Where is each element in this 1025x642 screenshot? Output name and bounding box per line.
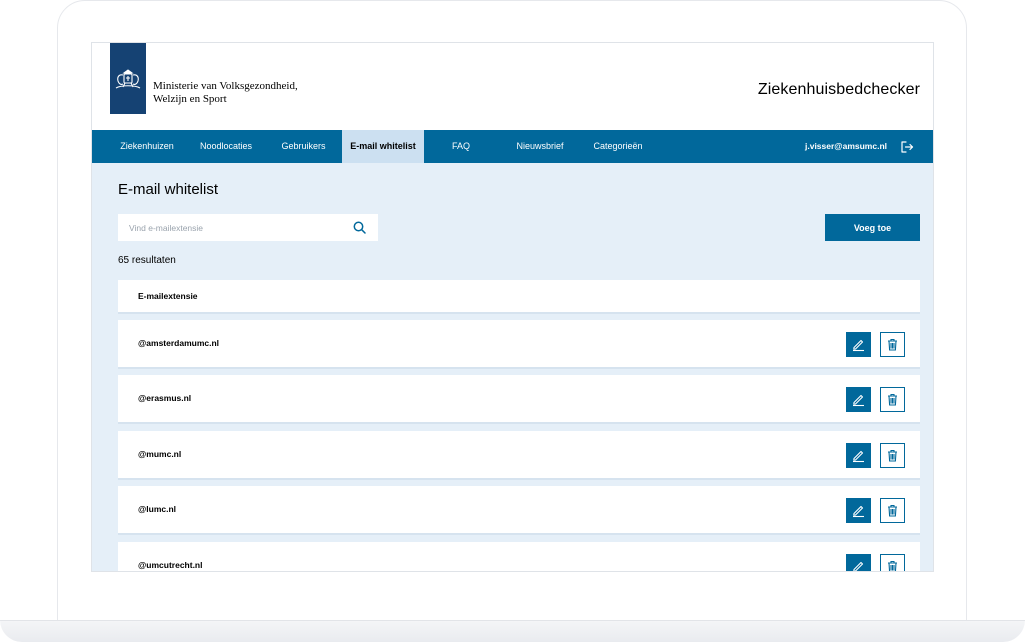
search-icon[interactable] — [353, 221, 366, 234]
pencil-icon — [853, 561, 864, 571]
edit-button[interactable] — [846, 443, 871, 468]
user-email[interactable]: j.visser@amsumc.nl — [805, 130, 887, 163]
nav-item-ziekenhuizen[interactable]: Ziekenhuizen — [110, 130, 184, 163]
table-row: @erasmus.nl — [118, 375, 920, 422]
edit-button[interactable] — [846, 387, 871, 412]
column-header-email-extension: E-mailextensie — [138, 291, 198, 301]
email-extension-cell: @mumc.nl — [138, 449, 182, 459]
delete-button[interactable] — [880, 554, 905, 571]
trash-icon — [888, 393, 897, 406]
nav-item-email-whitelist[interactable]: E-mail whitelist — [342, 130, 424, 163]
search-input[interactable] — [118, 214, 349, 241]
delete-button[interactable] — [880, 498, 905, 523]
page-header: Ministerie van Volksgezondheid, Welzijn … — [92, 43, 933, 131]
nav-item-gebruikers[interactable]: Gebruikers — [275, 130, 332, 163]
edit-button[interactable] — [846, 498, 871, 523]
ministry-name-line2: Welzijn en Sport — [153, 93, 227, 105]
delete-button[interactable] — [880, 443, 905, 468]
table-header: E-mailextensie — [118, 280, 920, 312]
edit-button[interactable] — [846, 554, 871, 571]
email-extension-cell: @erasmus.nl — [138, 393, 192, 403]
page-title: E-mail whitelist — [118, 181, 219, 198]
app-title: Ziekenhuisbedchecker — [757, 81, 920, 98]
nav-item-categorieen[interactable]: Categorieën — [587, 130, 649, 163]
coat-of-arms-icon — [115, 68, 141, 88]
trash-icon — [888, 449, 897, 462]
nav-item-faq[interactable]: FAQ — [444, 130, 478, 163]
ministry-name: Ministerie van Volksgezondheid, Welzijn … — [153, 80, 298, 106]
email-extension-cell: @umcutrecht.nl — [138, 560, 203, 570]
table-row: @mumc.nl — [118, 431, 920, 478]
trash-icon — [888, 560, 897, 571]
main-content: E-mail whitelist Voeg toe 65 resultaten … — [92, 163, 933, 571]
table-row: @lumc.nl — [118, 486, 920, 533]
pencil-icon — [853, 339, 864, 352]
nav-item-noodlocaties[interactable]: Noodlocaties — [192, 130, 260, 163]
search-box — [118, 214, 378, 241]
main-navigation: Ziekenhuizen Noodlocaties Gebruikers E-m… — [92, 130, 933, 163]
logout-icon[interactable] — [900, 140, 914, 154]
ministry-logo — [110, 43, 146, 114]
ministry-name-line1: Ministerie van Volksgezondheid, — [153, 80, 298, 92]
result-count: 65 resultaten — [118, 255, 176, 266]
trash-icon — [888, 338, 897, 351]
pencil-icon — [853, 505, 864, 518]
delete-button[interactable] — [880, 332, 905, 357]
email-extension-cell: @amsterdamumc.nl — [138, 338, 220, 348]
pencil-icon — [853, 450, 864, 463]
add-button[interactable]: Voeg toe — [825, 214, 920, 241]
edit-button[interactable] — [846, 332, 871, 357]
table-row: @amsterdamumc.nl — [118, 320, 920, 367]
pencil-icon — [853, 394, 864, 407]
email-extension-cell: @lumc.nl — [138, 504, 177, 514]
delete-button[interactable] — [880, 387, 905, 412]
table-row: @umcutrecht.nl — [118, 542, 920, 571]
laptop-base — [0, 620, 1025, 642]
app-window: Ministerie van Volksgezondheid, Welzijn … — [91, 42, 934, 572]
trash-icon — [888, 504, 897, 517]
nav-item-nieuwsbrief[interactable]: Nieuwsbrief — [508, 130, 572, 163]
